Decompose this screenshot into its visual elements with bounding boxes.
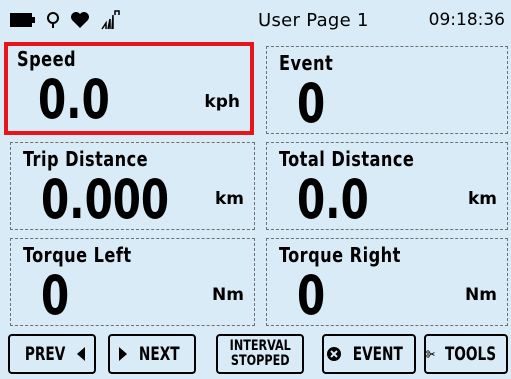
heart-icon xyxy=(70,11,90,29)
tools-button[interactable]: TOOLS xyxy=(424,334,508,374)
prev-label: PREV xyxy=(24,343,66,365)
tile-unit: Nm xyxy=(465,285,497,305)
interval-line1: INTERVAL xyxy=(229,338,291,354)
battery-icon xyxy=(10,12,36,28)
tile-torque-left[interactable]: Torque Left 0 Nm xyxy=(10,238,255,326)
tile-value: 0 xyxy=(41,264,70,327)
tile-unit: Nm xyxy=(212,285,244,305)
tile-unit: km xyxy=(467,189,497,209)
gps-location-icon xyxy=(46,11,60,29)
scissors-icon xyxy=(426,350,435,358)
status-bar: User Page 1 09:18:36 xyxy=(0,0,511,40)
next-label: NEXT xyxy=(138,343,180,365)
interval-status: INTERVAL STOPPED xyxy=(229,339,290,369)
power-meter-icon xyxy=(100,10,120,30)
tile-value: 0.0 xyxy=(38,68,110,131)
tile-trip-distance[interactable]: Trip Distance 0.000 km xyxy=(10,142,255,230)
tile-value: 0.000 xyxy=(41,168,170,231)
event-button[interactable]: EVENT xyxy=(322,334,416,374)
next-button[interactable]: NEXT xyxy=(108,334,196,374)
prev-button[interactable]: PREV xyxy=(8,334,96,374)
arrow-right-icon xyxy=(118,347,127,361)
tile-value: 0 xyxy=(297,264,326,327)
page-title: User Page 1 xyxy=(258,10,369,31)
arrow-left-icon xyxy=(77,347,86,361)
tile-value: 0.0 xyxy=(297,168,369,231)
tile-label: Torque Left xyxy=(23,243,132,267)
tile-value: 0 xyxy=(297,72,326,135)
toolbar: PREV NEXT INTERVAL STOPPED EVENT TOOLS xyxy=(0,334,511,379)
interval-line2: STOPPED xyxy=(230,353,290,369)
tile-unit: km xyxy=(214,189,244,209)
clock: 09:18:36 xyxy=(428,10,505,30)
close-circle-icon xyxy=(326,347,341,361)
tile-event[interactable]: Event 0 xyxy=(266,46,508,134)
interval-button[interactable]: INTERVAL STOPPED xyxy=(216,334,304,374)
tools-label: TOOLS xyxy=(444,343,497,365)
status-icons xyxy=(10,10,120,30)
tile-torque-right[interactable]: Torque Right 0 Nm xyxy=(266,238,508,326)
tile-total-distance[interactable]: Total Distance 0.0 km xyxy=(266,142,508,230)
tile-speed[interactable]: Speed 0.0 kph xyxy=(4,42,254,135)
tile-unit: kph xyxy=(204,92,240,112)
event-label: EVENT xyxy=(352,343,403,365)
